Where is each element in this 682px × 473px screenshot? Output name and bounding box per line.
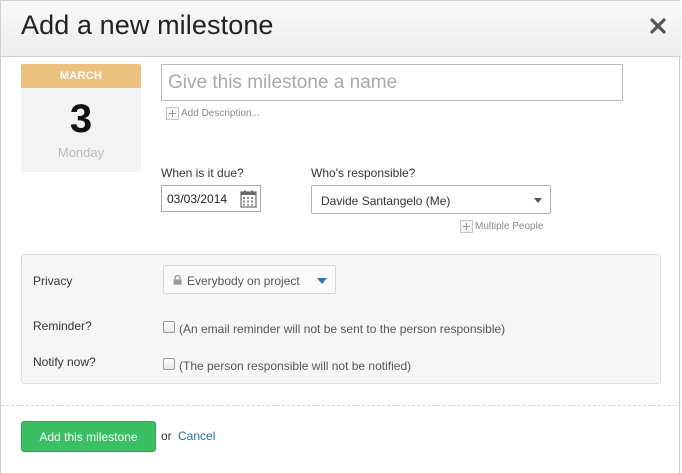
reminder-description: (An email reminder will not be sent to t… <box>179 322 506 336</box>
or-text: or <box>161 429 172 443</box>
close-icon[interactable] <box>646 14 670 38</box>
footer-separator <box>1 405 681 406</box>
cancel-link[interactable]: Cancel <box>178 429 215 443</box>
calendar-month: MARCH <box>21 64 141 88</box>
due-date-input[interactable]: 03/03/2014 <box>161 185 261 212</box>
add-milestone-dialog: Add a new milestone MARCH 3 Monday Add D… <box>0 0 681 473</box>
dialog-header: Add a new milestone <box>1 1 681 57</box>
dropdown-arrow-icon <box>534 198 542 203</box>
add-description-link[interactable]: Add Description... <box>166 107 260 120</box>
calendar-day: 3 <box>69 97 93 141</box>
due-date-label: When is it due? <box>161 166 244 180</box>
calendar-weekday: Monday <box>57 145 105 160</box>
date-calendar-badge: MARCH 3 Monday <box>21 64 141 172</box>
privacy-select[interactable]: Everybody on project <box>163 265 336 294</box>
notify-label: Notify now? <box>33 355 96 369</box>
notify-description: (The person responsible will not be noti… <box>179 359 412 373</box>
plus-icon <box>166 107 179 120</box>
responsible-label: Who's responsible? <box>311 166 416 180</box>
milestone-name-input[interactable] <box>161 64 623 101</box>
notify-checkbox[interactable] <box>163 358 175 370</box>
reminder-label: Reminder? <box>33 319 92 333</box>
due-date-value: 03/03/2014 <box>167 192 228 206</box>
responsible-value: Davide Santangelo (Me) <box>321 194 451 208</box>
milestone-options-panel: Privacy Everybody on project Reminder? (… <box>21 254 661 384</box>
privacy-value: Everybody on project <box>187 274 300 288</box>
reminder-checkbox[interactable] <box>163 321 175 333</box>
add-description-label: Add Description... <box>181 108 260 119</box>
calendar-icon[interactable] <box>240 190 257 208</box>
privacy-label: Privacy <box>33 274 73 288</box>
responsible-select[interactable]: Davide Santangelo (Me) <box>311 185 551 214</box>
multiple-people-link[interactable]: Multiple People <box>460 220 543 233</box>
add-milestone-button[interactable]: Add this milestone <box>21 421 156 452</box>
dialog-title: Add a new milestone <box>21 10 274 40</box>
multiple-people-label: Multiple People <box>475 221 544 232</box>
dropdown-arrow-icon <box>317 278 327 284</box>
plus-icon <box>460 220 473 233</box>
lock-icon <box>173 275 182 285</box>
